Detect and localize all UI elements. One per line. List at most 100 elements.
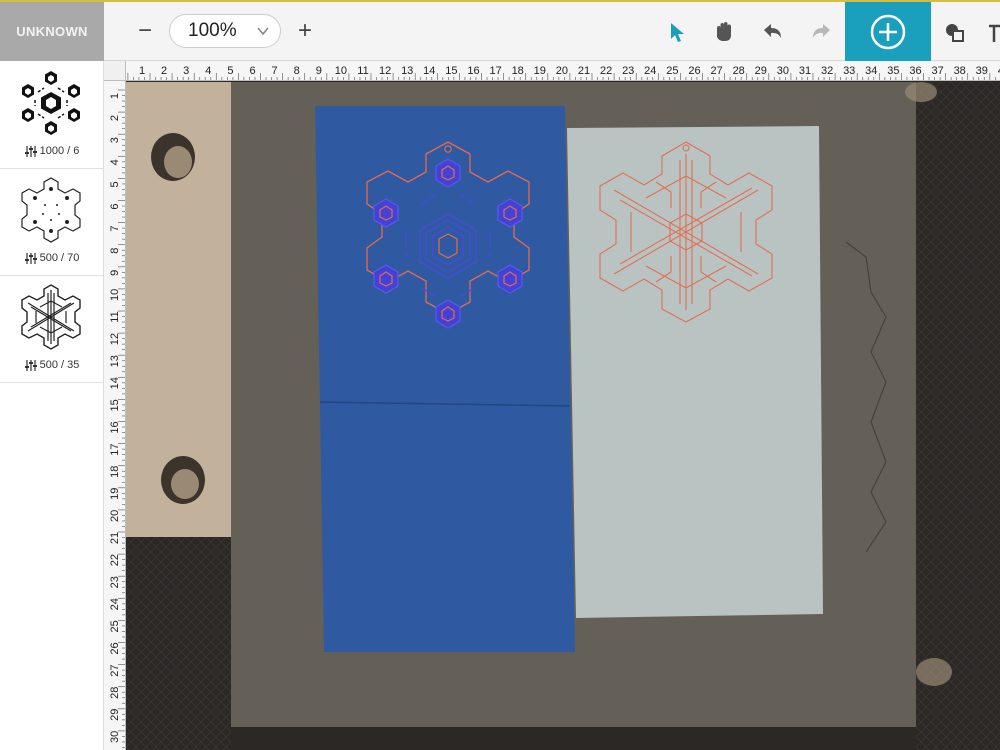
ruler-label: 15 xyxy=(445,65,457,77)
camera-preview xyxy=(126,82,1000,750)
laser-bed-view[interactable] xyxy=(126,82,1000,750)
snowflake-dots-outline-icon xyxy=(21,177,81,243)
ruler-horizontal-ticks: 1 2 3 4 5 6 7 8 9 10 11 12 13 14 15 16 17 18 19 20 21 22 23 24 2… xyxy=(127,65,1000,80)
ruler-label: 22 xyxy=(109,554,121,566)
design-item[interactable]: 1000 / 6 xyxy=(0,61,103,169)
ruler-label: 39 xyxy=(976,65,988,77)
hand-icon[interactable] xyxy=(711,19,737,45)
ruler-label: 31 xyxy=(799,65,811,77)
ruler-label: 37 xyxy=(931,65,943,77)
ruler-label: 19 xyxy=(109,488,121,500)
ruler-label: 29 xyxy=(755,65,767,77)
ruler-label: 6 xyxy=(249,65,255,77)
ruler-label: 15 xyxy=(109,399,121,411)
ruler-label: 20 xyxy=(556,65,568,77)
design-settings-text: 500 / 70 xyxy=(39,252,80,264)
ruler-label: 10 xyxy=(335,65,347,77)
snowflake-hexagon-icon xyxy=(22,71,80,135)
ruler-label: 17 xyxy=(489,65,501,77)
undo-icon[interactable] xyxy=(760,19,786,45)
zoom-level-select[interactable]: 100% xyxy=(169,14,281,48)
ruler-label: 14 xyxy=(109,377,121,389)
top-toolbar: UNKNOWN − 100% + xyxy=(0,0,1000,61)
ruler-label: 27 xyxy=(109,664,121,676)
ruler-label: 8 xyxy=(109,248,121,254)
ruler-label: 4 xyxy=(109,159,121,165)
chevron-down-icon xyxy=(257,27,269,36)
ruler-label: 25 xyxy=(109,620,121,632)
ruler-label: 27 xyxy=(710,65,722,77)
ruler-label: 22 xyxy=(600,65,612,77)
ruler-label: 25 xyxy=(666,65,678,77)
ruler-label: 6 xyxy=(109,203,121,209)
ruler-label: 21 xyxy=(109,532,121,544)
snowflake-geometric-icon xyxy=(21,284,81,350)
ruler-label: 17 xyxy=(109,443,121,455)
settings-sliders-icon xyxy=(24,359,37,371)
cursor-arrow-icon[interactable] xyxy=(664,19,690,45)
ruler-label: 10 xyxy=(109,289,121,301)
plus-circle-icon xyxy=(870,14,906,49)
zoom-in-button[interactable]: + xyxy=(292,17,318,45)
ruler-label: 3 xyxy=(109,137,121,143)
ruler-label: 4 xyxy=(205,65,211,77)
ruler-label: 8 xyxy=(294,65,300,77)
ruler-label: 9 xyxy=(316,65,322,77)
ruler-label: 20 xyxy=(109,510,121,522)
text-tool-icon[interactable] xyxy=(985,22,1000,44)
ruler-label: 26 xyxy=(688,65,700,77)
ruler-label: 16 xyxy=(109,421,121,433)
ruler-label: 36 xyxy=(909,65,921,77)
design-settings: 1000 / 6 xyxy=(0,145,103,157)
redo-icon[interactable] xyxy=(808,19,834,45)
ruler-label: 33 xyxy=(843,65,855,77)
add-design-button[interactable] xyxy=(845,2,931,61)
design-settings-text: 500 / 35 xyxy=(39,359,80,371)
ruler-label: 32 xyxy=(821,65,833,77)
design-item[interactable]: 500 / 35 xyxy=(0,275,103,383)
ruler-label: 30 xyxy=(777,65,789,77)
ruler-label: 3 xyxy=(183,65,189,77)
ruler-label: 21 xyxy=(578,65,590,77)
ruler-label: 1 xyxy=(139,65,145,77)
ruler-label: 5 xyxy=(227,65,233,77)
ruler-label: 14 xyxy=(423,65,435,77)
ruler-label: 24 xyxy=(109,598,121,610)
ruler-label: 7 xyxy=(272,65,278,77)
design-item[interactable]: 500 / 70 xyxy=(0,168,103,276)
ruler-label: 11 xyxy=(357,65,368,77)
ruler-label: 35 xyxy=(887,65,899,77)
ruler-label: 23 xyxy=(622,65,634,77)
design-settings: 500 / 70 xyxy=(0,252,103,264)
ruler-label: 19 xyxy=(534,65,546,77)
ruler-vertical-ticks: 1234567891011121314151617181920212223242… xyxy=(109,89,125,748)
ruler-label: 38 xyxy=(954,65,966,77)
ruler-label: 13 xyxy=(109,355,121,367)
ruler-label: 2 xyxy=(109,115,121,121)
designs-sidebar: 1000 / 6 500 / 70 500 / 35 xyxy=(0,61,104,750)
ruler-label: 18 xyxy=(512,65,524,77)
app-window: UNKNOWN − 100% + 1000 / 6 500 / 70 500 /… xyxy=(0,0,1000,750)
ruler-label: 26 xyxy=(109,642,121,654)
ruler-label: 16 xyxy=(467,65,479,77)
design-settings: 500 / 35 xyxy=(0,359,103,371)
ruler-label: 34 xyxy=(865,65,877,77)
zoom-out-button[interactable]: − xyxy=(132,17,158,45)
settings-sliders-icon xyxy=(24,252,37,264)
ruler-label: 12 xyxy=(109,333,121,345)
machine-selector[interactable]: UNKNOWN xyxy=(0,2,104,61)
ruler-label: 5 xyxy=(109,181,121,187)
zoom-level-value: 100% xyxy=(188,20,237,41)
ruler-corner xyxy=(104,61,126,81)
design-settings-text: 1000 / 6 xyxy=(39,145,80,157)
ruler-label: 28 xyxy=(109,687,121,699)
ruler-label: 24 xyxy=(644,65,656,77)
ruler-horizontal[interactable]: 1 2 3 4 5 6 7 8 9 10 11 12 13 14 15 16 17 18 19 20 21 22 23 24 2… xyxy=(104,61,1000,81)
ruler-label: 30 xyxy=(109,731,121,743)
ruler-label: 18 xyxy=(109,466,121,478)
ruler-label: 29 xyxy=(109,709,121,721)
ruler-label: 13 xyxy=(401,65,413,77)
settings-sliders-icon xyxy=(24,145,37,157)
ruler-vertical[interactable]: 1 2 3 4 5 6 7 8 9 10 11 12 13 14 15 16 17 18 19 20 21 22 23 24 2… xyxy=(104,81,126,750)
shapes-icon[interactable] xyxy=(944,22,966,44)
